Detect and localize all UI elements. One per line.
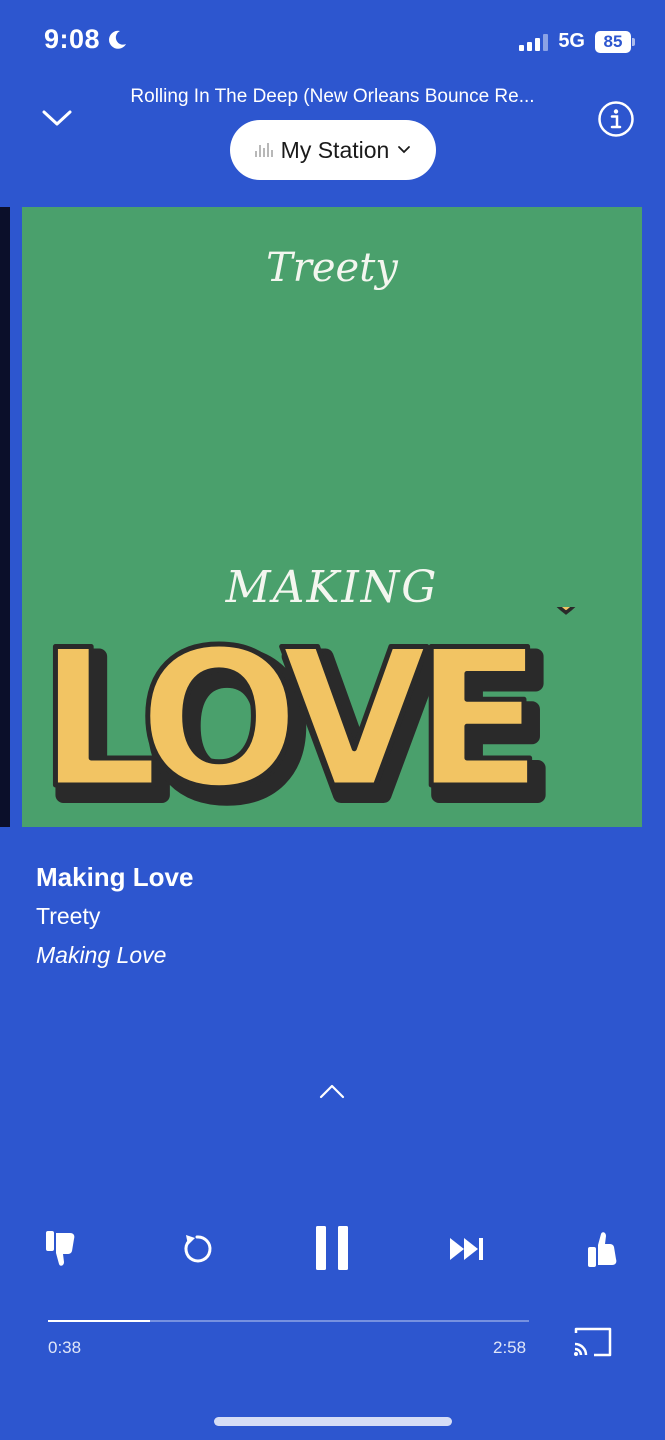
station-label: My Station (280, 136, 390, 163)
signal-icon (519, 33, 549, 51)
now-playing-title: Rolling In The Deep (New Orleans Bounce … (130, 86, 535, 107)
status-indicators: 5G 85 (519, 30, 635, 53)
battery-icon: 85 (595, 30, 635, 53)
thumbs-down-button[interactable] (34, 1222, 88, 1276)
track-album[interactable]: Making Love (36, 942, 166, 969)
chevron-up-icon[interactable] (318, 1082, 346, 1100)
equalizer-icon (254, 143, 273, 157)
chevron-down-icon (398, 146, 411, 154)
thumbs-up-icon (588, 1232, 617, 1267)
total-duration: 2:58 (493, 1338, 527, 1357)
album-art[interactable]: Treety MAKING LOVE LOVE (22, 207, 642, 827)
replay-icon (184, 1235, 212, 1263)
track-title: Making Love (36, 862, 194, 892)
pause-button[interactable] (304, 1218, 360, 1278)
love-fill: LOVE (38, 609, 530, 817)
chevron-down-icon[interactable] (40, 102, 74, 132)
elapsed-time: 0:38 (48, 1338, 82, 1357)
pause-icon (316, 1226, 348, 1270)
thumbs-up-button[interactable] (576, 1222, 630, 1276)
home-indicator[interactable] (214, 1417, 452, 1426)
network-label: 5G (558, 30, 585, 52)
moon-icon (109, 30, 127, 49)
heart-icon (556, 607, 576, 615)
replay-button[interactable] (170, 1222, 224, 1276)
album-art-artist-text: Treety (266, 245, 398, 291)
progress-fill (48, 1320, 151, 1322)
skip-forward-icon (450, 1238, 483, 1260)
battery-level: 85 (595, 30, 631, 53)
album-art-love-lettering: LOVE LOVE (36, 607, 576, 817)
skip-forward-button[interactable] (440, 1222, 494, 1276)
status-time: 9:08 (44, 24, 128, 55)
track-artist[interactable]: Treety (36, 903, 100, 930)
album-art-title-small: MAKING (225, 562, 439, 613)
cast-icon[interactable] (572, 1326, 614, 1358)
progress-bar[interactable] (48, 1320, 529, 1322)
info-icon[interactable] (597, 100, 635, 138)
station-selector-button[interactable]: My Station (230, 120, 436, 180)
previous-album-art-edge[interactable] (0, 207, 10, 827)
clock-text: 9:08 (44, 24, 101, 54)
thumbs-down-icon (46, 1231, 75, 1266)
